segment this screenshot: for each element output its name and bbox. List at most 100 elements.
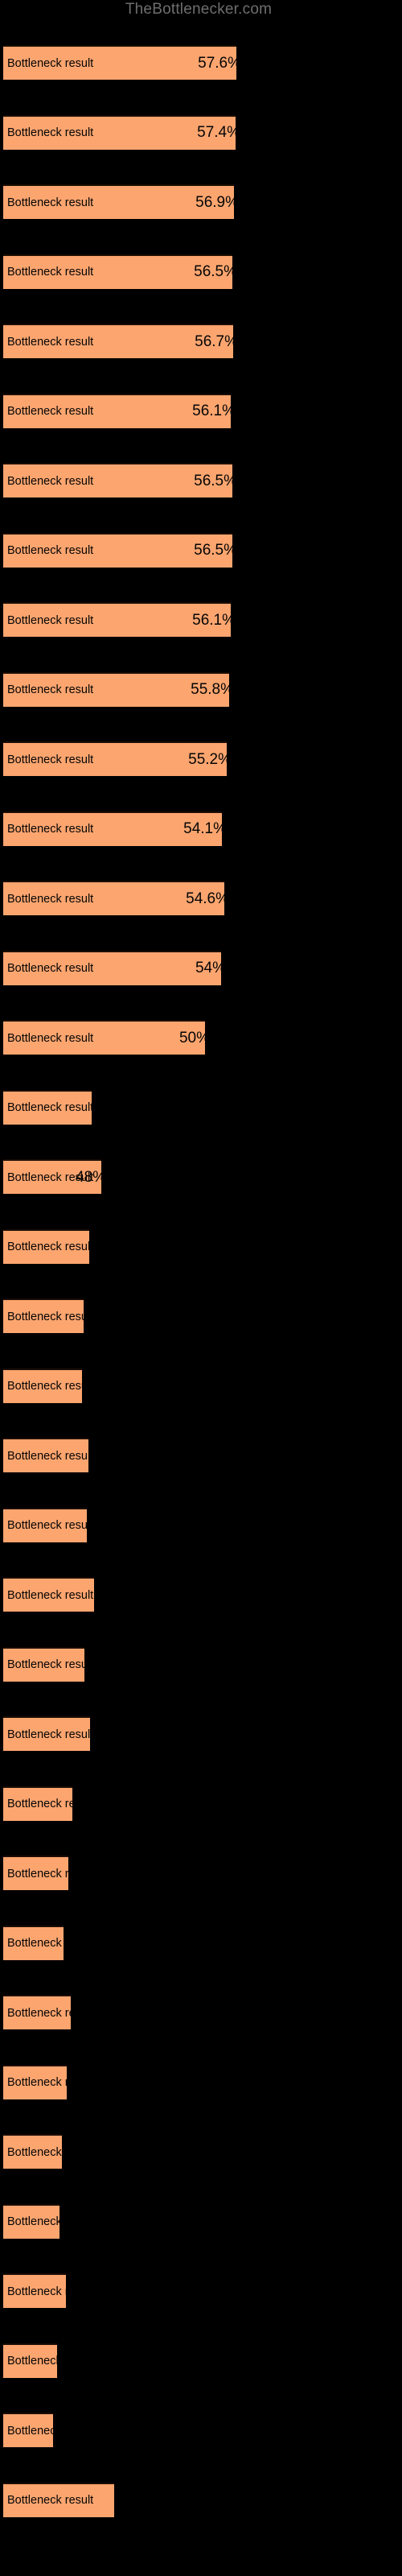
bar-label: Bottleneck result (7, 613, 94, 627)
bar[interactable]: Bottleneck result 56.9% (3, 184, 234, 219)
bar[interactable]: Bottleneck result 54% (3, 950, 221, 985)
bar-row: Bottleneck result (0, 1507, 402, 1578)
bar-value: 48% (75, 1168, 101, 1186)
bar-label: Bottleneck result (7, 823, 94, 836)
bar[interactable]: Bottleneck result (3, 2343, 57, 2378)
bar[interactable]: Bottleneck result (3, 2134, 62, 2169)
bar-label: Bottleneck result (7, 1798, 72, 1810)
bar-label: Bottleneck result (7, 683, 94, 696)
bar-value: 57.6% (198, 54, 236, 72)
bar[interactable]: Bottleneck result (3, 1298, 84, 1333)
bar-row: Bottleneck result 55.2% (0, 741, 402, 811)
bar[interactable]: Bottleneck result (3, 1368, 82, 1403)
bar-row: Bottleneck result (0, 2343, 402, 2413)
bar[interactable]: Bottleneck result (3, 1438, 88, 1472)
bar-value: 54.1% (183, 820, 222, 837)
bar-label: Bottleneck result (7, 474, 94, 488)
bar[interactable]: Bottleneck result 56.5% (3, 254, 232, 289)
bar-value: 57.4% (197, 124, 236, 141)
bar[interactable]: Bottleneck result (3, 1925, 64, 1960)
bar-value: 55.8% (191, 681, 229, 698)
bar[interactable]: Bottleneck result 50% (3, 1020, 205, 1055)
bar-label: Bottleneck result (7, 56, 94, 70)
bar-label: Bottleneck result (7, 2285, 66, 2298)
bar-row: Bottleneck result (0, 1438, 402, 1508)
bar-label: Bottleneck result (7, 1380, 82, 1393)
bar-row: Bottleneck result 54.6% (0, 881, 402, 951)
bar[interactable]: Bottleneck result (3, 1507, 87, 1542)
bar[interactable]: Bottleneck result (3, 1646, 84, 1682)
bar-label: Bottleneck result (7, 2145, 62, 2159)
bar[interactable]: Bottleneck result 56.1% (3, 393, 231, 428)
bar-value: 56.5% (194, 472, 232, 489)
bar-label: Bottleneck result (7, 2355, 57, 2368)
bar[interactable]: Bottleneck result (3, 1716, 90, 1751)
bar-row: Bottleneck result 54% (0, 950, 402, 1021)
chart-page: TheBottlenecker.com Bottleneck result 57.… (0, 0, 402, 2576)
bar[interactable]: Bottleneck result (3, 1228, 89, 1264)
bar-label: Bottleneck result (7, 1728, 90, 1741)
bar[interactable]: Bottleneck result 56.5% (3, 463, 232, 497)
bar[interactable]: Bottleneck result (3, 2273, 66, 2308)
bar-row: Bottleneck result (0, 1228, 402, 1299)
bar-row: Bottleneck result 56.7% (0, 324, 402, 394)
bar-row: Bottleneck result (0, 1368, 402, 1439)
bar-label: Bottleneck result (7, 335, 94, 349)
bar-value: 56.9% (195, 193, 234, 211)
bar-label: Bottleneck result (7, 753, 94, 766)
bar[interactable]: Bottleneck result 54.6% (3, 881, 224, 915)
bar-row: Bottleneck result (0, 1716, 402, 1786)
bar-label: Bottleneck result (7, 2006, 71, 2020)
bar-row: Bottleneck result (0, 2482, 402, 2553)
bar-row: Bottleneck result (0, 1925, 402, 1996)
bar-row: Bottleneck result 50% (0, 1020, 402, 1090)
bar-chart: Bottleneck result 57.6% Bottleneck result 5… (0, 45, 402, 2552)
bar-label: Bottleneck result (7, 2494, 94, 2507)
bar-label: Bottleneck result (7, 2076, 67, 2089)
bar-row: Bottleneck result (0, 1577, 402, 1647)
bar-label: Bottleneck result (7, 266, 94, 279)
bar[interactable]: Bottleneck result 57.6% (3, 45, 236, 80)
bar-row: Bottleneck result 56.5% (0, 532, 402, 603)
bar-label: Bottleneck result (7, 196, 94, 209)
bar-row: Bottleneck result (0, 1298, 402, 1368)
bar[interactable]: Bottleneck result (3, 1089, 92, 1125)
bar-row: Bottleneck result (0, 2413, 402, 2483)
bar-row: Bottleneck result 56.9% (0, 184, 402, 254)
bar[interactable]: Bottleneck result (3, 1856, 68, 1890)
bar-row: Bottleneck result (0, 1856, 402, 1926)
bar-label: Bottleneck result (7, 2215, 59, 2228)
bar-row: Bottleneck result 57.6% (0, 45, 402, 115)
bar[interactable]: Bottleneck result 57.4% (3, 114, 236, 150)
bar[interactable]: Bottleneck result 56.1% (3, 602, 231, 637)
bar-label: Bottleneck result (7, 544, 94, 557)
bar-value: 56.7% (195, 332, 233, 350)
bar[interactable]: Bottleneck result (3, 2482, 114, 2517)
bar[interactable]: Bottleneck result (3, 1577, 94, 1612)
bar[interactable]: Bottleneck result 55.8% (3, 671, 229, 707)
bar[interactable]: Bottleneck result 55.2% (3, 741, 227, 776)
bar[interactable]: Bottleneck result (3, 2064, 67, 2099)
bar-label: Bottleneck result (7, 1588, 94, 1602)
bar[interactable]: Bottleneck result 56.7% (3, 324, 233, 358)
bar-row: Bottleneck result 54.1% (0, 811, 402, 881)
bar[interactable]: Bottleneck result (3, 2413, 53, 2447)
bar-label: Bottleneck result (7, 1658, 84, 1671)
bar-label: Bottleneck result (7, 1101, 92, 1114)
bar[interactable]: Bottleneck result 54.1% (3, 811, 222, 846)
bar[interactable]: Bottleneck result (3, 1785, 72, 1821)
bar-value: 56.5% (194, 542, 232, 559)
bar-value: 56.1% (192, 611, 231, 629)
bar-label: Bottleneck result (7, 126, 94, 139)
bar[interactable]: Bottleneck result (3, 2203, 59, 2239)
bar-label: Bottleneck result (7, 892, 94, 906)
bar[interactable]: Bottleneck result48% (3, 1159, 101, 1194)
bar-label: Bottleneck result (7, 1519, 87, 1532)
bar[interactable]: Bottleneck result 56.5% (3, 532, 232, 568)
bar-label: Bottleneck result (7, 1937, 64, 1950)
bar[interactable]: Bottleneck result (3, 1995, 71, 2029)
bar-value: 55.2% (188, 750, 227, 768)
bar-row: Bottleneck result48% (0, 1159, 402, 1229)
bar-label: Bottleneck result (7, 1310, 84, 1323)
bar-row: Bottleneck result 56.5% (0, 254, 402, 324)
